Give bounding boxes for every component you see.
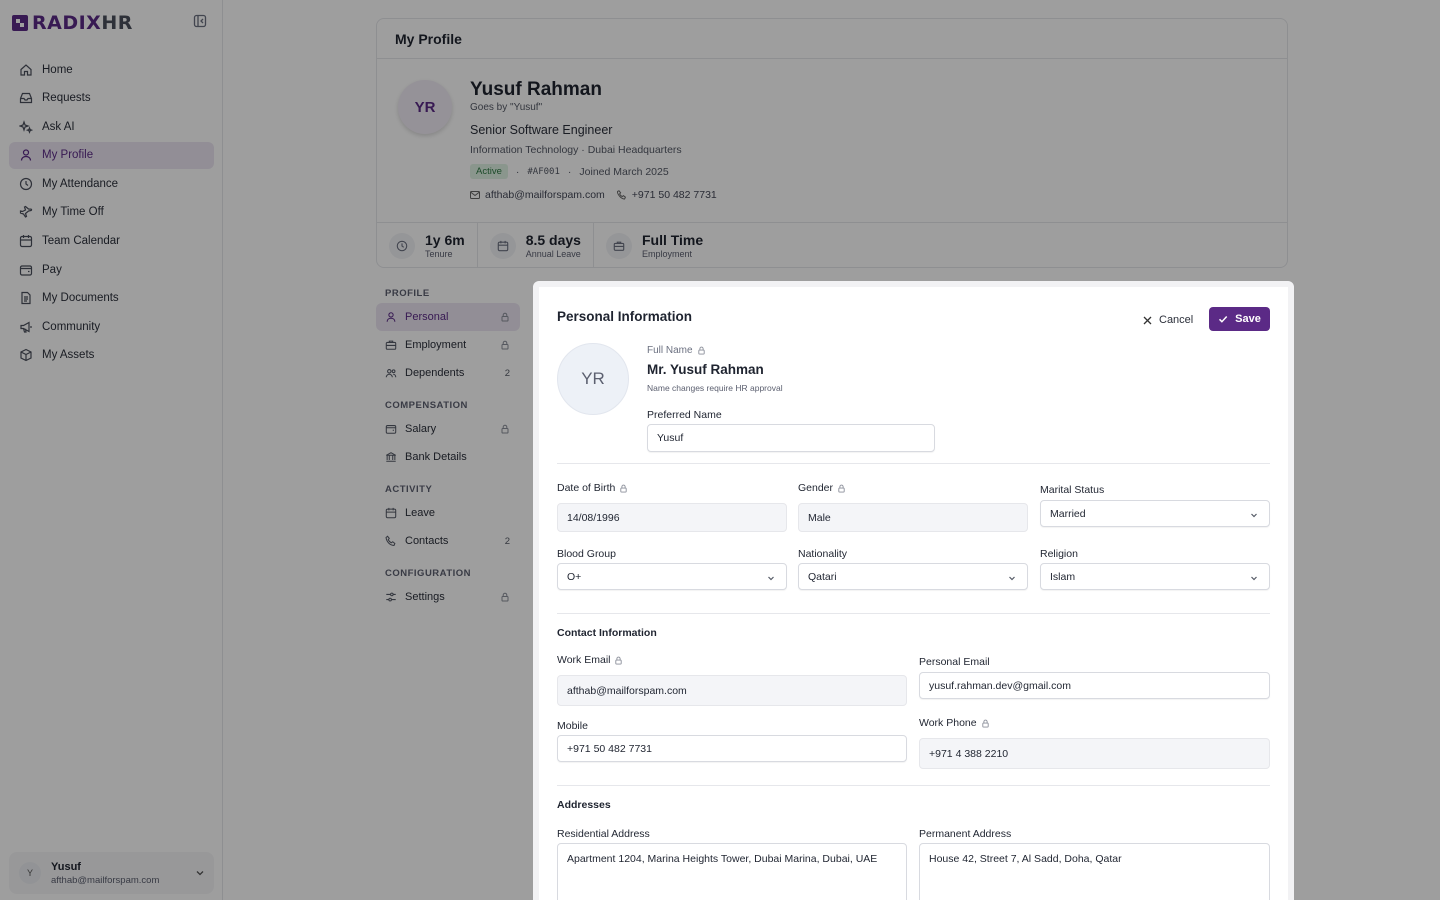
personal-email-input[interactable]: yusuf.rahman.dev@gmail.com: [919, 672, 1270, 699]
contact-section-title: Contact Information: [557, 627, 657, 639]
residential-address-textarea[interactable]: Apartment 1204, Marina Heights Tower, Du…: [557, 843, 907, 900]
chevron-down-icon: [1251, 576, 1257, 581]
gender-label: Gender: [798, 482, 846, 494]
work-phone-field: +971 4 388 2210: [919, 738, 1270, 769]
chevron-down-icon: [1009, 576, 1015, 581]
blood-group-select[interactable]: O+: [557, 563, 787, 590]
cancel-button[interactable]: Cancel: [1143, 314, 1193, 326]
preferred-name-label: Preferred Name: [647, 409, 722, 421]
marital-status-label: Marital Status: [1040, 484, 1105, 496]
preferred-name-input[interactable]: Yusuf: [647, 424, 935, 452]
lock-icon: [838, 484, 845, 493]
chevron-down-icon: [768, 576, 774, 581]
residential-address-label: Residential Address: [557, 828, 650, 840]
divider: [557, 613, 1270, 614]
religion-label: Religion: [1040, 548, 1078, 560]
dialog-title: Personal Information: [557, 309, 693, 324]
permanent-address-textarea[interactable]: House 42, Street 7, Al Sadd, Doha, Qatar: [919, 843, 1270, 900]
religion-select[interactable]: Islam: [1040, 563, 1270, 590]
nationality-label: Nationality: [798, 548, 848, 560]
blood-group-label: Blood Group: [557, 548, 616, 560]
divider: [557, 785, 1270, 786]
dob-label: Date of Birth: [557, 482, 628, 494]
full-name-value: Mr. Yusuf Rahman: [647, 362, 764, 377]
work-email-field: afthab@mailforspam.com: [557, 675, 907, 706]
gender-field: Male: [798, 503, 1028, 532]
close-icon: [1143, 316, 1152, 324]
personal-info-dialog: Personal Information Cancel Save YR Full…: [533, 281, 1294, 900]
full-name-note: Name changes require HR approval: [647, 383, 783, 393]
dob-field: 14/08/1996: [557, 503, 787, 532]
work-email-label: Work Email: [557, 654, 623, 666]
mobile-label: Mobile: [557, 720, 588, 732]
avatar[interactable]: YR: [557, 343, 629, 415]
personal-email-label: Personal Email: [919, 656, 990, 668]
work-phone-label: Work Phone: [919, 717, 990, 729]
lock-icon: [697, 346, 705, 355]
check-icon: [1219, 315, 1228, 323]
nationality-select[interactable]: Qatari: [798, 563, 1028, 590]
permanent-address-label: Permanent Address: [919, 828, 1012, 840]
divider: [557, 463, 1270, 464]
full-name-label: Full Name: [647, 345, 706, 356]
chevron-down-icon: [1251, 513, 1257, 518]
save-button[interactable]: Save: [1209, 307, 1270, 331]
lock-icon: [981, 719, 989, 728]
mobile-input[interactable]: +971 50 482 7731: [557, 735, 907, 762]
addresses-section-title: Addresses: [557, 799, 611, 811]
lock-icon: [620, 484, 628, 493]
marital-status-select[interactable]: Married: [1040, 500, 1270, 527]
lock-icon: [615, 656, 623, 665]
